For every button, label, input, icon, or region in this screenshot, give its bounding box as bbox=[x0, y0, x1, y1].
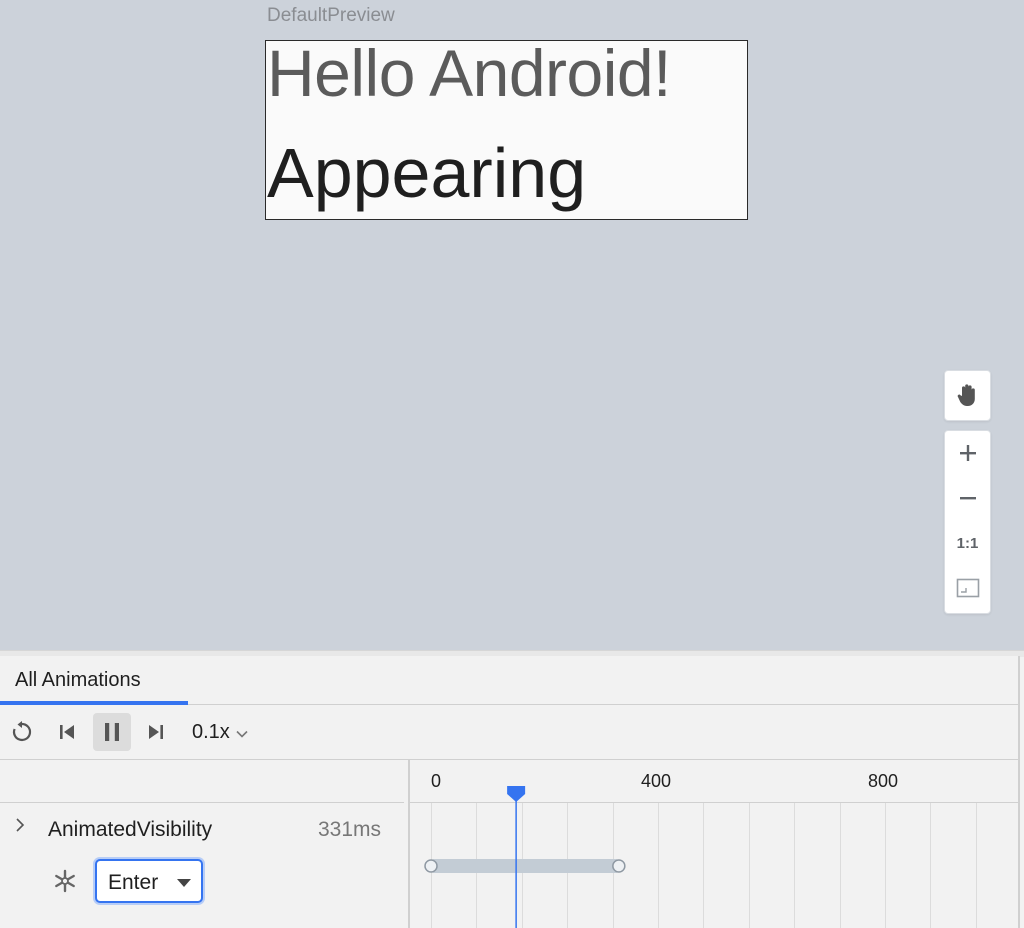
pan-hand-button[interactable] bbox=[945, 375, 990, 415]
animation-state-value: Enter bbox=[108, 871, 159, 894]
timeline-tick-label: 800 bbox=[868, 771, 898, 791]
transition-end-handle bbox=[612, 859, 626, 873]
transition-start-handle bbox=[424, 859, 438, 873]
hello-text: Hello Android! bbox=[267, 40, 671, 110]
timeline-track-area[interactable]: 0 400 800 bbox=[410, 760, 1020, 928]
timeline-graphics[interactable]: 0 400 800 bbox=[410, 760, 1020, 928]
preview-name-label: DefaultPreview bbox=[267, 5, 395, 26]
tab-all-animations[interactable]: All Animations bbox=[0, 656, 188, 705]
fit-screen-icon bbox=[956, 578, 979, 598]
freeze-snowflake-icon[interactable] bbox=[52, 868, 78, 894]
speed-value: 0.1x bbox=[192, 720, 230, 743]
speed-dropdown[interactable]: 0.1x bbox=[192, 713, 260, 751]
pan-toolbox bbox=[944, 370, 991, 421]
expand-chevron-icon[interactable] bbox=[14, 816, 26, 839]
skip-next-icon bbox=[149, 725, 163, 739]
panel-right-border bbox=[1018, 656, 1020, 928]
zoom-in-button[interactable] bbox=[945, 433, 990, 473]
dropdown-caret-icon bbox=[177, 879, 191, 887]
pause-button[interactable] bbox=[93, 713, 131, 751]
animation-list: AnimatedVisibility 331ms Enter bbox=[0, 760, 404, 928]
playback-toolbar: 0.1x bbox=[0, 705, 1020, 760]
replay-icon bbox=[12, 721, 32, 742]
tab-all-animations-label: All Animations bbox=[15, 669, 141, 691]
skip-previous-icon bbox=[60, 725, 74, 739]
minus-icon bbox=[959, 497, 976, 500]
zoom-actual-size-button[interactable]: 1:1 bbox=[945, 523, 990, 563]
timeline-tick-label: 0 bbox=[431, 771, 441, 791]
design-preview-surface: DefaultPreview Hello Android! Appearing … bbox=[0, 0, 1024, 650]
zoom-to-fit-button[interactable] bbox=[945, 568, 990, 608]
zoom-out-button[interactable] bbox=[945, 478, 990, 518]
animation-name[interactable]: AnimatedVisibility bbox=[48, 818, 212, 842]
animation-duration: 331ms bbox=[318, 818, 382, 841]
hand-icon bbox=[957, 384, 975, 406]
animation-tab-bar: All Animations bbox=[0, 656, 1020, 705]
animation-timeline-panel: AnimatedVisibility 331ms Enter 0 400 800 bbox=[0, 760, 1020, 928]
preview-frame[interactable]: Hello Android! Appearing bbox=[265, 40, 748, 220]
chevron-down-icon bbox=[236, 730, 248, 738]
plus-icon bbox=[959, 445, 976, 461]
timeline-tick-label: 400 bbox=[641, 771, 671, 791]
pause-icon bbox=[105, 723, 119, 741]
list-header-divider bbox=[0, 802, 404, 803]
replay-button[interactable] bbox=[6, 713, 38, 751]
zoom-toolbox: 1:1 bbox=[944, 430, 991, 614]
animated-status-text: Appearing bbox=[267, 134, 587, 212]
jump-to-start-button[interactable] bbox=[52, 713, 82, 751]
actual-size-label: 1:1 bbox=[956, 534, 979, 552]
transition-bar bbox=[431, 859, 619, 873]
jump-to-end-button[interactable] bbox=[141, 713, 171, 751]
playhead-handle bbox=[507, 786, 526, 802]
animation-state-dropdown[interactable]: Enter bbox=[95, 859, 203, 903]
